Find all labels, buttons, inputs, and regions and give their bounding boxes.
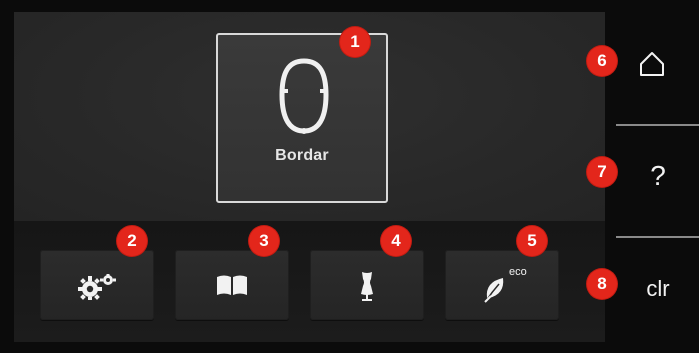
- clear-button[interactable]: clr: [622, 252, 694, 324]
- callout-8: 8: [587, 269, 617, 299]
- side-divider: [616, 236, 699, 238]
- callout-2: 2: [117, 226, 147, 256]
- embroidery-hoop-icon: [279, 58, 329, 134]
- home-button[interactable]: [622, 32, 694, 104]
- callout-7: 7: [587, 157, 617, 187]
- help-button[interactable]: ?: [622, 140, 694, 212]
- help-icon: ?: [650, 160, 666, 191]
- eco-badge-text: eco: [509, 266, 527, 278]
- sewing-mode-button[interactable]: [310, 250, 424, 320]
- callout-1: 1: [340, 27, 370, 57]
- book-open-icon: [217, 275, 247, 295]
- side-divider: [616, 124, 699, 126]
- callout-6: 6: [587, 46, 617, 76]
- home-icon: [640, 52, 664, 76]
- settings-gears-icon: [78, 274, 116, 300]
- clear-label: clr: [646, 276, 670, 301]
- callout-4: 4: [381, 226, 411, 256]
- callout-3: 3: [249, 226, 279, 256]
- callout-5: 5: [517, 226, 547, 256]
- eco-mode-button[interactable]: eco: [445, 250, 559, 320]
- embroidery-label: Bordar: [275, 147, 329, 164]
- dress-form-icon: [361, 272, 373, 301]
- settings-button[interactable]: [40, 250, 154, 320]
- guide-book-button[interactable]: [175, 250, 289, 320]
- embroidery-mode-button[interactable]: Bordar: [216, 33, 388, 203]
